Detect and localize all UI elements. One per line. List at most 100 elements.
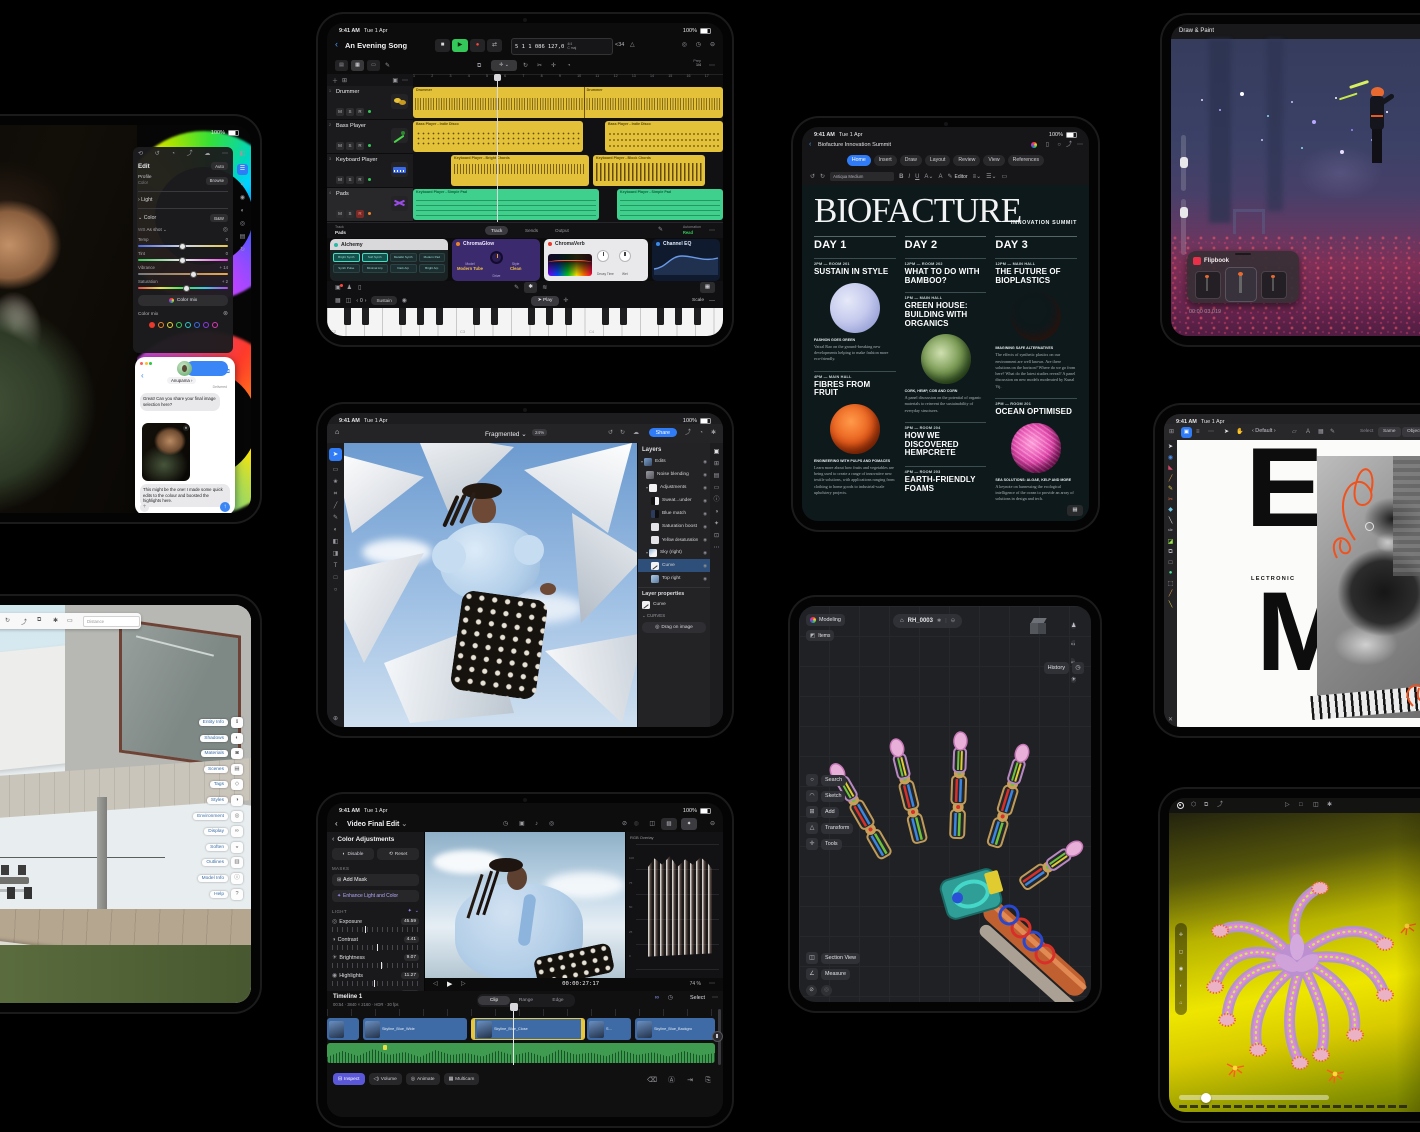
render-canvas[interactable]: ✛ ◻ ◉ ◐ ⌂ <box>1169 813 1420 1112</box>
tags-icon[interactable]: ◇ <box>231 779 243 790</box>
tuner-icon[interactable]: ◎ <box>682 42 687 48</box>
clip-partial[interactable] <box>327 1018 359 1040</box>
timer-icon[interactable]: ◷ <box>503 821 508 827</box>
effects-icon[interactable]: ✦ <box>714 521 719 527</box>
artboard-tool[interactable]: ◉ <box>1168 455 1173 461</box>
eyedropper-icon[interactable]: ◎ <box>223 227 228 233</box>
timeline-playhead[interactable] <box>513 1007 514 1065</box>
metronome-icon[interactable]: △ <box>630 42 635 48</box>
modeling-button[interactable]: Modeling <box>806 614 845 626</box>
arp-icon[interactable]: ✛ <box>563 298 568 304</box>
clip-skyline-wide[interactable]: Skyline_Blue_Wide <box>363 1018 467 1040</box>
preset-cell[interactable]: Minimal Arp <box>362 264 389 273</box>
region-keys-2[interactable]: Keyboard Player - Block Chords <box>593 155 705 186</box>
settings-active-icon[interactable]: ✱ <box>524 282 537 293</box>
undo-icon[interactable]: ↺ <box>155 151 160 157</box>
browse-button[interactable]: Browse <box>206 177 228 185</box>
pencil-tool[interactable]: ✎ <box>333 515 338 521</box>
masking-icon[interactable]: ◐ <box>241 208 245 214</box>
comment-icon[interactable]: ▭ <box>1002 174 1008 180</box>
view-cube[interactable] <box>1030 618 1047 635</box>
history-icon[interactable]: ◔ <box>171 151 175 157</box>
mute-button[interactable]: M <box>336 142 344 150</box>
highlight-icon[interactable]: A <box>938 174 942 180</box>
smudge-tool[interactable]: ✑ <box>1168 528 1173 534</box>
help-icon[interactable]: ? <box>231 889 243 900</box>
back-icon[interactable]: ‹ <box>141 371 144 380</box>
edit-active-icon[interactable]: ☰ <box>237 164 248 175</box>
overwrite-icon[interactable]: ⇥ <box>687 1077 693 1084</box>
media-browser-icon[interactable]: ▨ <box>661 818 677 830</box>
split-icon[interactable]: ✂ <box>537 63 542 69</box>
visibility-icon[interactable]: ◉ <box>703 576 707 582</box>
export-icon[interactable]: ⤴ <box>685 430 691 436</box>
visibility-icon[interactable]: ◉ <box>703 550 707 556</box>
crop-tool-icon[interactable]: ⌗ <box>241 182 244 188</box>
clip-skyline-close-selected[interactable]: Skyline_Blue_Close <box>471 1018 585 1040</box>
piano-black-key[interactable] <box>344 308 351 325</box>
italic-icon[interactable]: I <box>908 174 910 180</box>
presets-icon[interactable]: ◧ <box>240 151 246 157</box>
ruler-icon[interactable]: ▯ <box>358 285 361 291</box>
keys-mode-icon[interactable]: ▦ <box>335 298 341 304</box>
entity-info-button[interactable]: Entity Info <box>199 719 228 726</box>
temp-slider[interactable] <box>138 245 228 247</box>
reset-button[interactable]: ⟲Reset <box>377 848 419 860</box>
scenes-icon[interactable]: ▤ <box>231 764 243 775</box>
audio-track[interactable] <box>327 1043 715 1063</box>
volume-button[interactable]: ◁)Volume <box>369 1073 402 1085</box>
document-name[interactable]: Fragmented ⌄ <box>485 430 527 438</box>
layers-icon[interactable]: ≡ <box>1196 429 1200 435</box>
video-preview[interactable] <box>425 832 625 978</box>
ar-view-icon[interactable]: ♟ <box>1071 623 1076 629</box>
tab-home[interactable]: Home <box>847 155 871 166</box>
plugin-chromaverb[interactable]: ChromaVerb Decay Time Wet <box>544 239 648 281</box>
brush-opacity-slider[interactable] <box>1181 199 1186 255</box>
brightness-value[interactable]: 9.07 <box>404 954 419 961</box>
add-mask-button[interactable]: ⊞Add Mask <box>332 874 419 886</box>
record-enable-button[interactable]: R <box>356 142 364 150</box>
export-icon[interactable]: ⤴ <box>187 151 193 157</box>
more-icon[interactable]: ⋯ <box>1077 142 1083 148</box>
split-keyboard-icon[interactable]: ◫ <box>346 298 352 304</box>
inspect-button[interactable]: ⊟Inspect <box>333 1073 365 1085</box>
highlights-slider[interactable] <box>332 981 419 986</box>
help-button[interactable]: Help <box>210 891 228 898</box>
photo-attachment[interactable] <box>142 423 190 481</box>
zoom-tool[interactable]: ╲ <box>1169 602 1173 608</box>
loop-icon[interactable]: ↻ <box>523 63 528 69</box>
pen-tool[interactable]: ✎ <box>1168 486 1173 492</box>
clip-skyline-background[interactable]: Skyline_Blue_Backgro <box>635 1018 715 1040</box>
display-icon[interactable]: ▭ <box>67 617 73 624</box>
contrast-value[interactable]: 4.41 <box>404 936 419 943</box>
player-icon[interactable]: ♟ <box>347 285 352 291</box>
versions-icon[interactable]: ↻ <box>240 247 245 253</box>
traffic-min[interactable] <box>145 362 148 365</box>
help-icon[interactable]: ◔ <box>699 430 703 436</box>
visibility-icon[interactable]: ◉ <box>703 472 707 478</box>
info-icon[interactable]: ⓘ <box>713 497 719 503</box>
redo-icon[interactable]: ↻ <box>820 174 825 180</box>
clone-tool[interactable]: ◐ <box>334 527 338 533</box>
mix-dot-yellow[interactable] <box>167 322 173 328</box>
settings-icon[interactable]: ✱ <box>711 430 716 436</box>
section-view-button[interactable]: Section View <box>821 953 860 964</box>
section-view-icon[interactable]: ◫ <box>806 952 818 964</box>
pencil-icon[interactable]: ✎ <box>514 285 519 291</box>
track-row-keys[interactable]: 3 Keyboard Player MSR <box>327 154 413 188</box>
fill-tool[interactable]: ◆ <box>1168 507 1173 513</box>
sketch-icon[interactable]: ◠ <box>806 790 818 802</box>
more-icon[interactable]: ⋯ <box>709 63 715 69</box>
zoom-level[interactable]: 74 % <box>690 981 701 987</box>
piano-black-key[interactable] <box>491 308 498 325</box>
brush2-tool[interactable]: ╲ <box>1169 518 1173 524</box>
snap-mode-button[interactable]: ✛ ⌄ <box>491 60 517 71</box>
piano-black-key[interactable] <box>565 308 572 325</box>
measure-button[interactable]: Measure <box>821 969 850 980</box>
canvas[interactable]: Flipbook 00:00 03.019 <box>1171 39 1420 336</box>
face-icon[interactable]: ◎ <box>549 821 554 827</box>
solo-button[interactable]: S <box>346 176 354 184</box>
bw-button[interactable]: B&W <box>210 214 228 222</box>
wb-row[interactable]: WB As shot ⌄ <box>138 227 167 233</box>
record-enable-button[interactable]: R <box>356 210 364 218</box>
